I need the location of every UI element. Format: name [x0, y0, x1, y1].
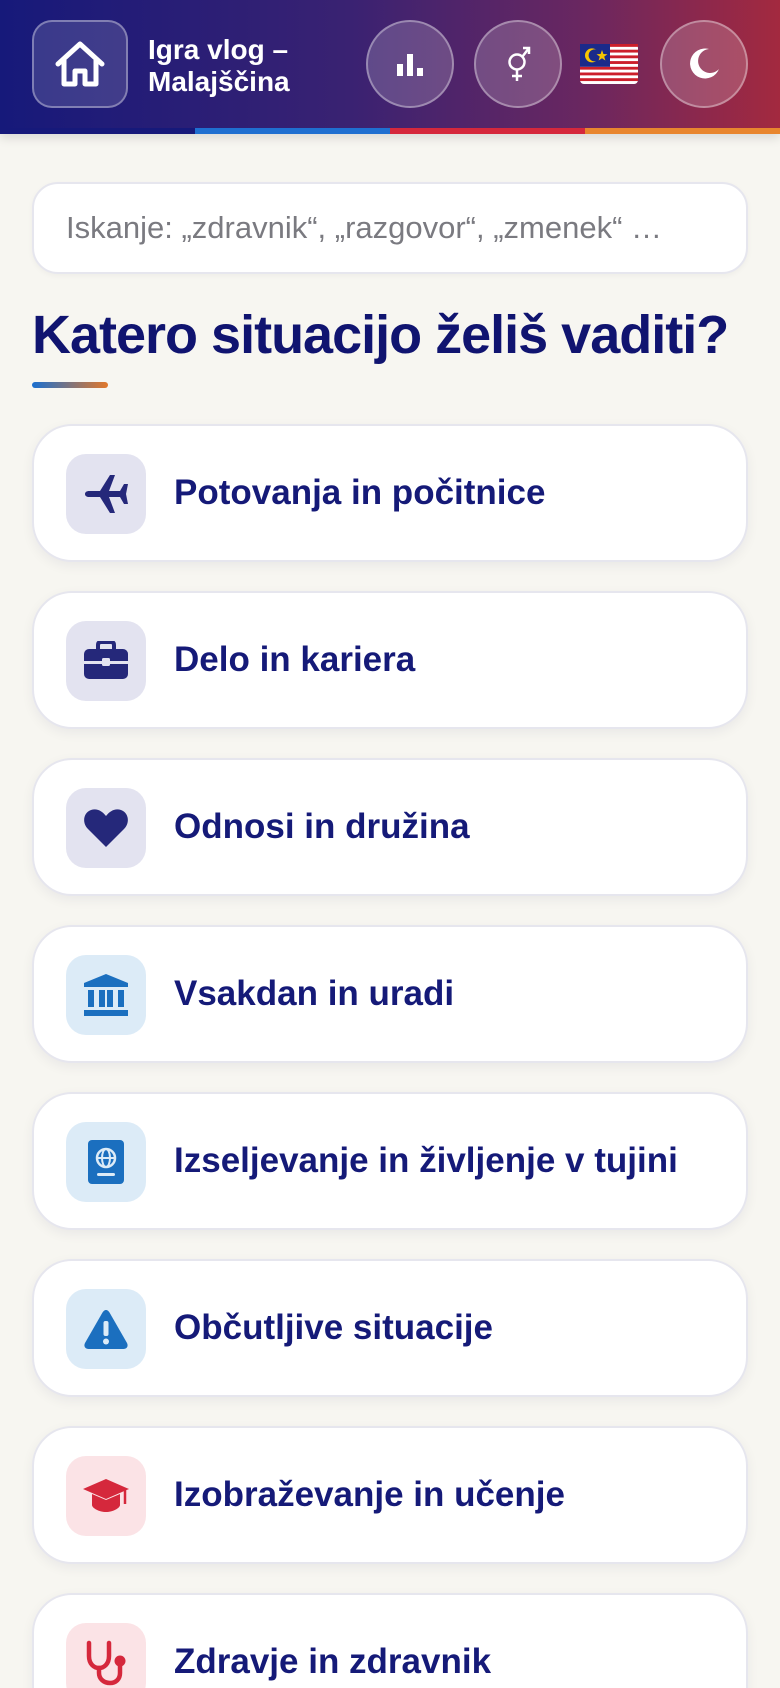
category-card-emigration[interactable]: Izseljevanje in življenje v tujini — [32, 1092, 748, 1230]
stats-button[interactable] — [366, 20, 454, 108]
header-stripe — [0, 128, 780, 134]
theme-toggle-button[interactable] — [660, 20, 748, 108]
category-label: Občutljive situacije — [174, 1308, 493, 1347]
page-title: Katero situacijo želiš vaditi? — [32, 305, 729, 365]
category-card-education[interactable]: Izobraževanje in učenje — [32, 1426, 748, 1564]
category-label: Potovanja in počitnice — [174, 473, 546, 512]
graduation-cap-icon — [66, 1456, 146, 1536]
app-title: Igra vlog – Malajščina — [148, 34, 290, 97]
gender-icon — [508, 46, 531, 81]
category-card-work[interactable]: Delo in kariera — [32, 591, 748, 729]
search-input[interactable] — [66, 210, 714, 246]
moon-icon — [690, 48, 719, 79]
category-label: Delo in kariera — [174, 640, 416, 679]
category-card-sensitive[interactable]: Občutljive situacije — [32, 1259, 748, 1397]
category-label: Zdravje in zdravnik — [174, 1642, 492, 1681]
category-label: Izseljevanje in življenje v tujini — [174, 1141, 678, 1180]
home-icon — [55, 41, 105, 87]
briefcase-icon — [66, 621, 146, 701]
category-card-relationships[interactable]: Odnosi in družina — [32, 758, 748, 896]
category-card-travel[interactable]: Potovanja in počitnice — [32, 424, 748, 562]
category-label: Odnosi in družina — [174, 807, 470, 846]
malaysia-flag-icon — [580, 44, 638, 84]
category-card-everyday[interactable]: Vsakdan in uradi — [32, 925, 748, 1063]
bank-icon — [66, 955, 146, 1035]
app-header: Igra vlog – Malajščina — [0, 0, 780, 134]
bar-chart-icon — [397, 54, 423, 76]
heart-icon — [66, 788, 146, 868]
category-card-health[interactable]: Zdravje in zdravnik — [32, 1593, 748, 1688]
category-label: Vsakdan in uradi — [174, 974, 455, 1013]
airplane-icon — [66, 454, 146, 534]
warning-icon — [66, 1289, 146, 1369]
stethoscope-icon — [66, 1623, 146, 1688]
heading-underline — [32, 382, 108, 388]
passport-icon — [66, 1122, 146, 1202]
malaysia-flag-button[interactable] — [580, 40, 640, 88]
category-label: Izobraževanje in učenje — [174, 1475, 565, 1514]
gender-button[interactable] — [474, 20, 562, 108]
home-button[interactable] — [32, 20, 128, 108]
search-box[interactable] — [32, 182, 748, 274]
